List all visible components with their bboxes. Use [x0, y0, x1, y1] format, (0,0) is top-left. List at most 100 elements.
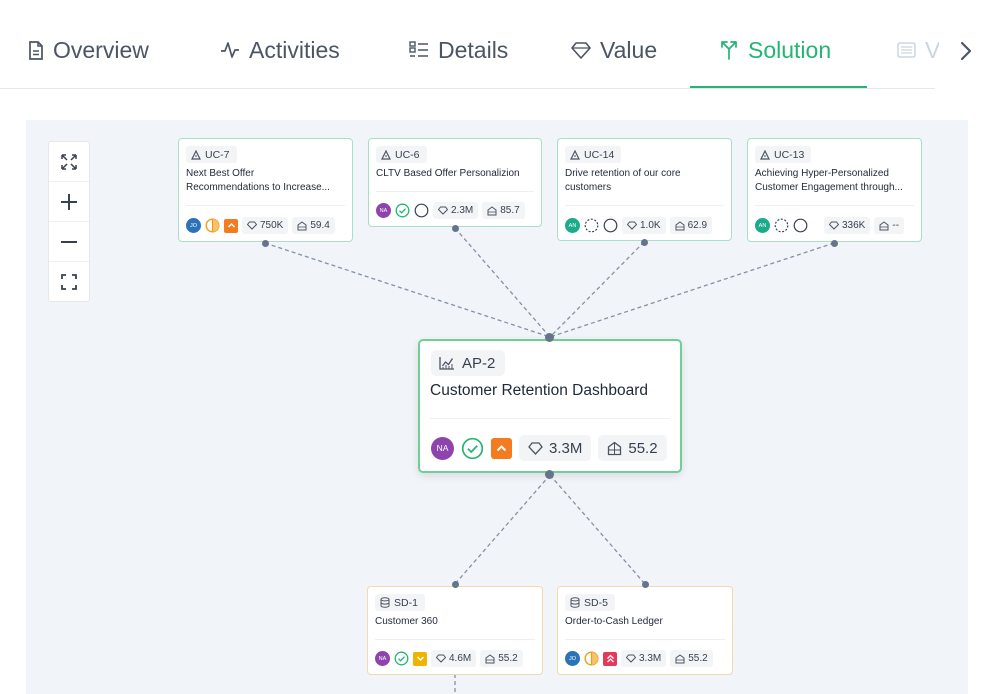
product-title: Customer Retention Dashboard — [430, 382, 648, 399]
avatar[interactable]: NA — [431, 436, 454, 460]
score-icon — [879, 220, 889, 230]
avatar[interactable]: JO — [186, 218, 201, 233]
database-icon — [570, 597, 580, 608]
usecase-icon — [191, 149, 201, 160]
avatar[interactable]: JO — [565, 651, 580, 666]
diamond-icon — [627, 221, 637, 230]
usecase-icon — [760, 149, 770, 160]
score-metric: 55.2 — [670, 650, 713, 667]
dataset-card-sd5[interactable]: SD-5 Order-to-Cash Ledger JO 3.3M 55.2 — [557, 586, 733, 675]
handle-uc13-bottom[interactable] — [831, 240, 838, 247]
score-icon — [297, 220, 307, 230]
value-metric: 750K — [242, 217, 289, 234]
tab-bar-divider — [0, 88, 935, 89]
card-footer: JO 3.3M 55.2 — [565, 650, 713, 667]
value-metric: 3.3M — [519, 435, 592, 461]
value-metric: 3.3M — [621, 650, 667, 667]
diamond-icon — [829, 221, 839, 230]
document-icon — [29, 40, 43, 60]
fullscreen-icon — [61, 274, 77, 290]
usecase-card-uc7[interactable]: UC-7 Next Best Offer Recommendations to … — [178, 138, 353, 242]
usecase-id: UC-13 — [774, 148, 805, 161]
status-empty-icon — [414, 203, 429, 218]
handle-ap2-top[interactable] — [545, 333, 554, 342]
avatar[interactable]: AN — [565, 218, 580, 233]
avatar[interactable]: NA — [375, 651, 390, 666]
status-in-progress-icon — [584, 651, 599, 666]
score-icon — [485, 653, 495, 663]
tab-label: Overview — [53, 36, 149, 63]
fullscreen-button[interactable] — [49, 262, 89, 302]
chevron-right-icon — [960, 41, 972, 61]
usecase-card-uc14[interactable]: UC-14 Drive retention of our core custom… — [557, 138, 732, 241]
card-footer: JO 750K 59.4 — [186, 217, 335, 234]
status-pending-icon — [584, 218, 599, 233]
zoom-in-button[interactable] — [49, 182, 89, 222]
value-metric: 336K — [824, 217, 871, 234]
chart-icon — [439, 357, 454, 370]
tab-activities[interactable]: Activities — [220, 34, 340, 66]
tab-label: Details — [438, 36, 509, 63]
tab-label: Activities — [249, 36, 340, 63]
score-metric: -- — [874, 217, 905, 234]
dataset-card-sd1[interactable]: SD-1 Customer 360 NA 4.6M 55.2 — [367, 586, 543, 675]
status-complete-icon — [394, 651, 409, 666]
analytics-product-card-ap2[interactable]: AP-2 Customer Retention Dashboard NA 3.3… — [418, 339, 682, 473]
list-icon — [897, 42, 916, 58]
status-complete-icon — [461, 437, 484, 460]
card-divider — [430, 418, 670, 419]
tab-label: V — [925, 36, 939, 63]
edge-uc6-ap2 — [454, 227, 551, 338]
usecase-title: Achieving Hyper-Personalized Customer En… — [755, 168, 903, 193]
handle-uc6-bottom[interactable] — [452, 225, 459, 232]
diamond-icon — [528, 441, 543, 455]
usecase-id-badge: UC-7 — [186, 146, 237, 163]
score-icon — [487, 205, 497, 215]
fit-view-icon — [61, 153, 77, 170]
activity-icon — [221, 42, 239, 58]
card-divider — [565, 205, 724, 206]
tab-partial[interactable]: V — [897, 34, 939, 66]
tab-details[interactable]: Details — [409, 34, 508, 66]
usecase-title: CLTV Based Offer Personalizion — [376, 168, 520, 179]
handle-sd1-top[interactable] — [452, 581, 459, 588]
usecase-card-uc13[interactable]: UC-13 Achieving Hyper-Personalized Custo… — [747, 138, 922, 242]
handle-uc14-bottom[interactable] — [641, 239, 648, 246]
status-in-progress-icon — [205, 218, 220, 233]
flow-canvas[interactable]: UC-7 Next Best Offer Recommendations to … — [26, 120, 968, 694]
diamond-icon — [571, 41, 591, 59]
score-metric: 62.9 — [669, 217, 713, 234]
avatar[interactable]: AN — [755, 218, 770, 233]
handle-uc7-bottom[interactable] — [262, 240, 269, 247]
avatar[interactable]: NA — [376, 203, 391, 218]
usecase-icon — [381, 149, 391, 160]
score-icon — [675, 653, 685, 663]
handle-ap2-bottom[interactable] — [545, 470, 554, 479]
fit-view-button[interactable] — [49, 142, 89, 182]
product-id-badge: AP-2 — [431, 350, 506, 376]
card-footer: NA 2.3M 85.7 — [376, 202, 525, 219]
edge-uc7-ap2 — [264, 242, 551, 338]
zoom-out-button[interactable] — [49, 222, 89, 262]
priority-high-icon — [491, 437, 512, 459]
card-footer: AN 1.0K 62.9 — [565, 217, 713, 234]
edge-uc14-ap2 — [549, 241, 645, 338]
edge-uc13-ap2 — [549, 242, 835, 338]
card-footer: NA 4.6M 55.2 — [375, 650, 523, 667]
score-icon — [675, 220, 685, 230]
tab-bar: Overview Activities Details Value Soluti… — [0, 0, 994, 90]
usecase-card-uc6[interactable]: UC-6 CLTV Based Offer Personalizion NA 2… — [368, 138, 542, 227]
tab-overview[interactable]: Overview — [28, 34, 149, 66]
card-footer: AN 336K -- — [755, 217, 905, 234]
score-icon — [608, 441, 622, 455]
score-metric: 55.2 — [480, 650, 523, 667]
handle-sd5-top[interactable] — [642, 581, 649, 588]
card-divider — [565, 639, 725, 640]
tab-value[interactable]: Value — [571, 34, 657, 66]
dataset-id: SD-1 — [394, 596, 418, 609]
tab-solution[interactable]: Solution — [719, 34, 831, 66]
priority-medium-icon — [413, 651, 427, 666]
priority-critical-icon — [603, 651, 617, 666]
usecase-id: UC-7 — [205, 148, 230, 161]
tabs-next-button[interactable] — [952, 36, 980, 66]
